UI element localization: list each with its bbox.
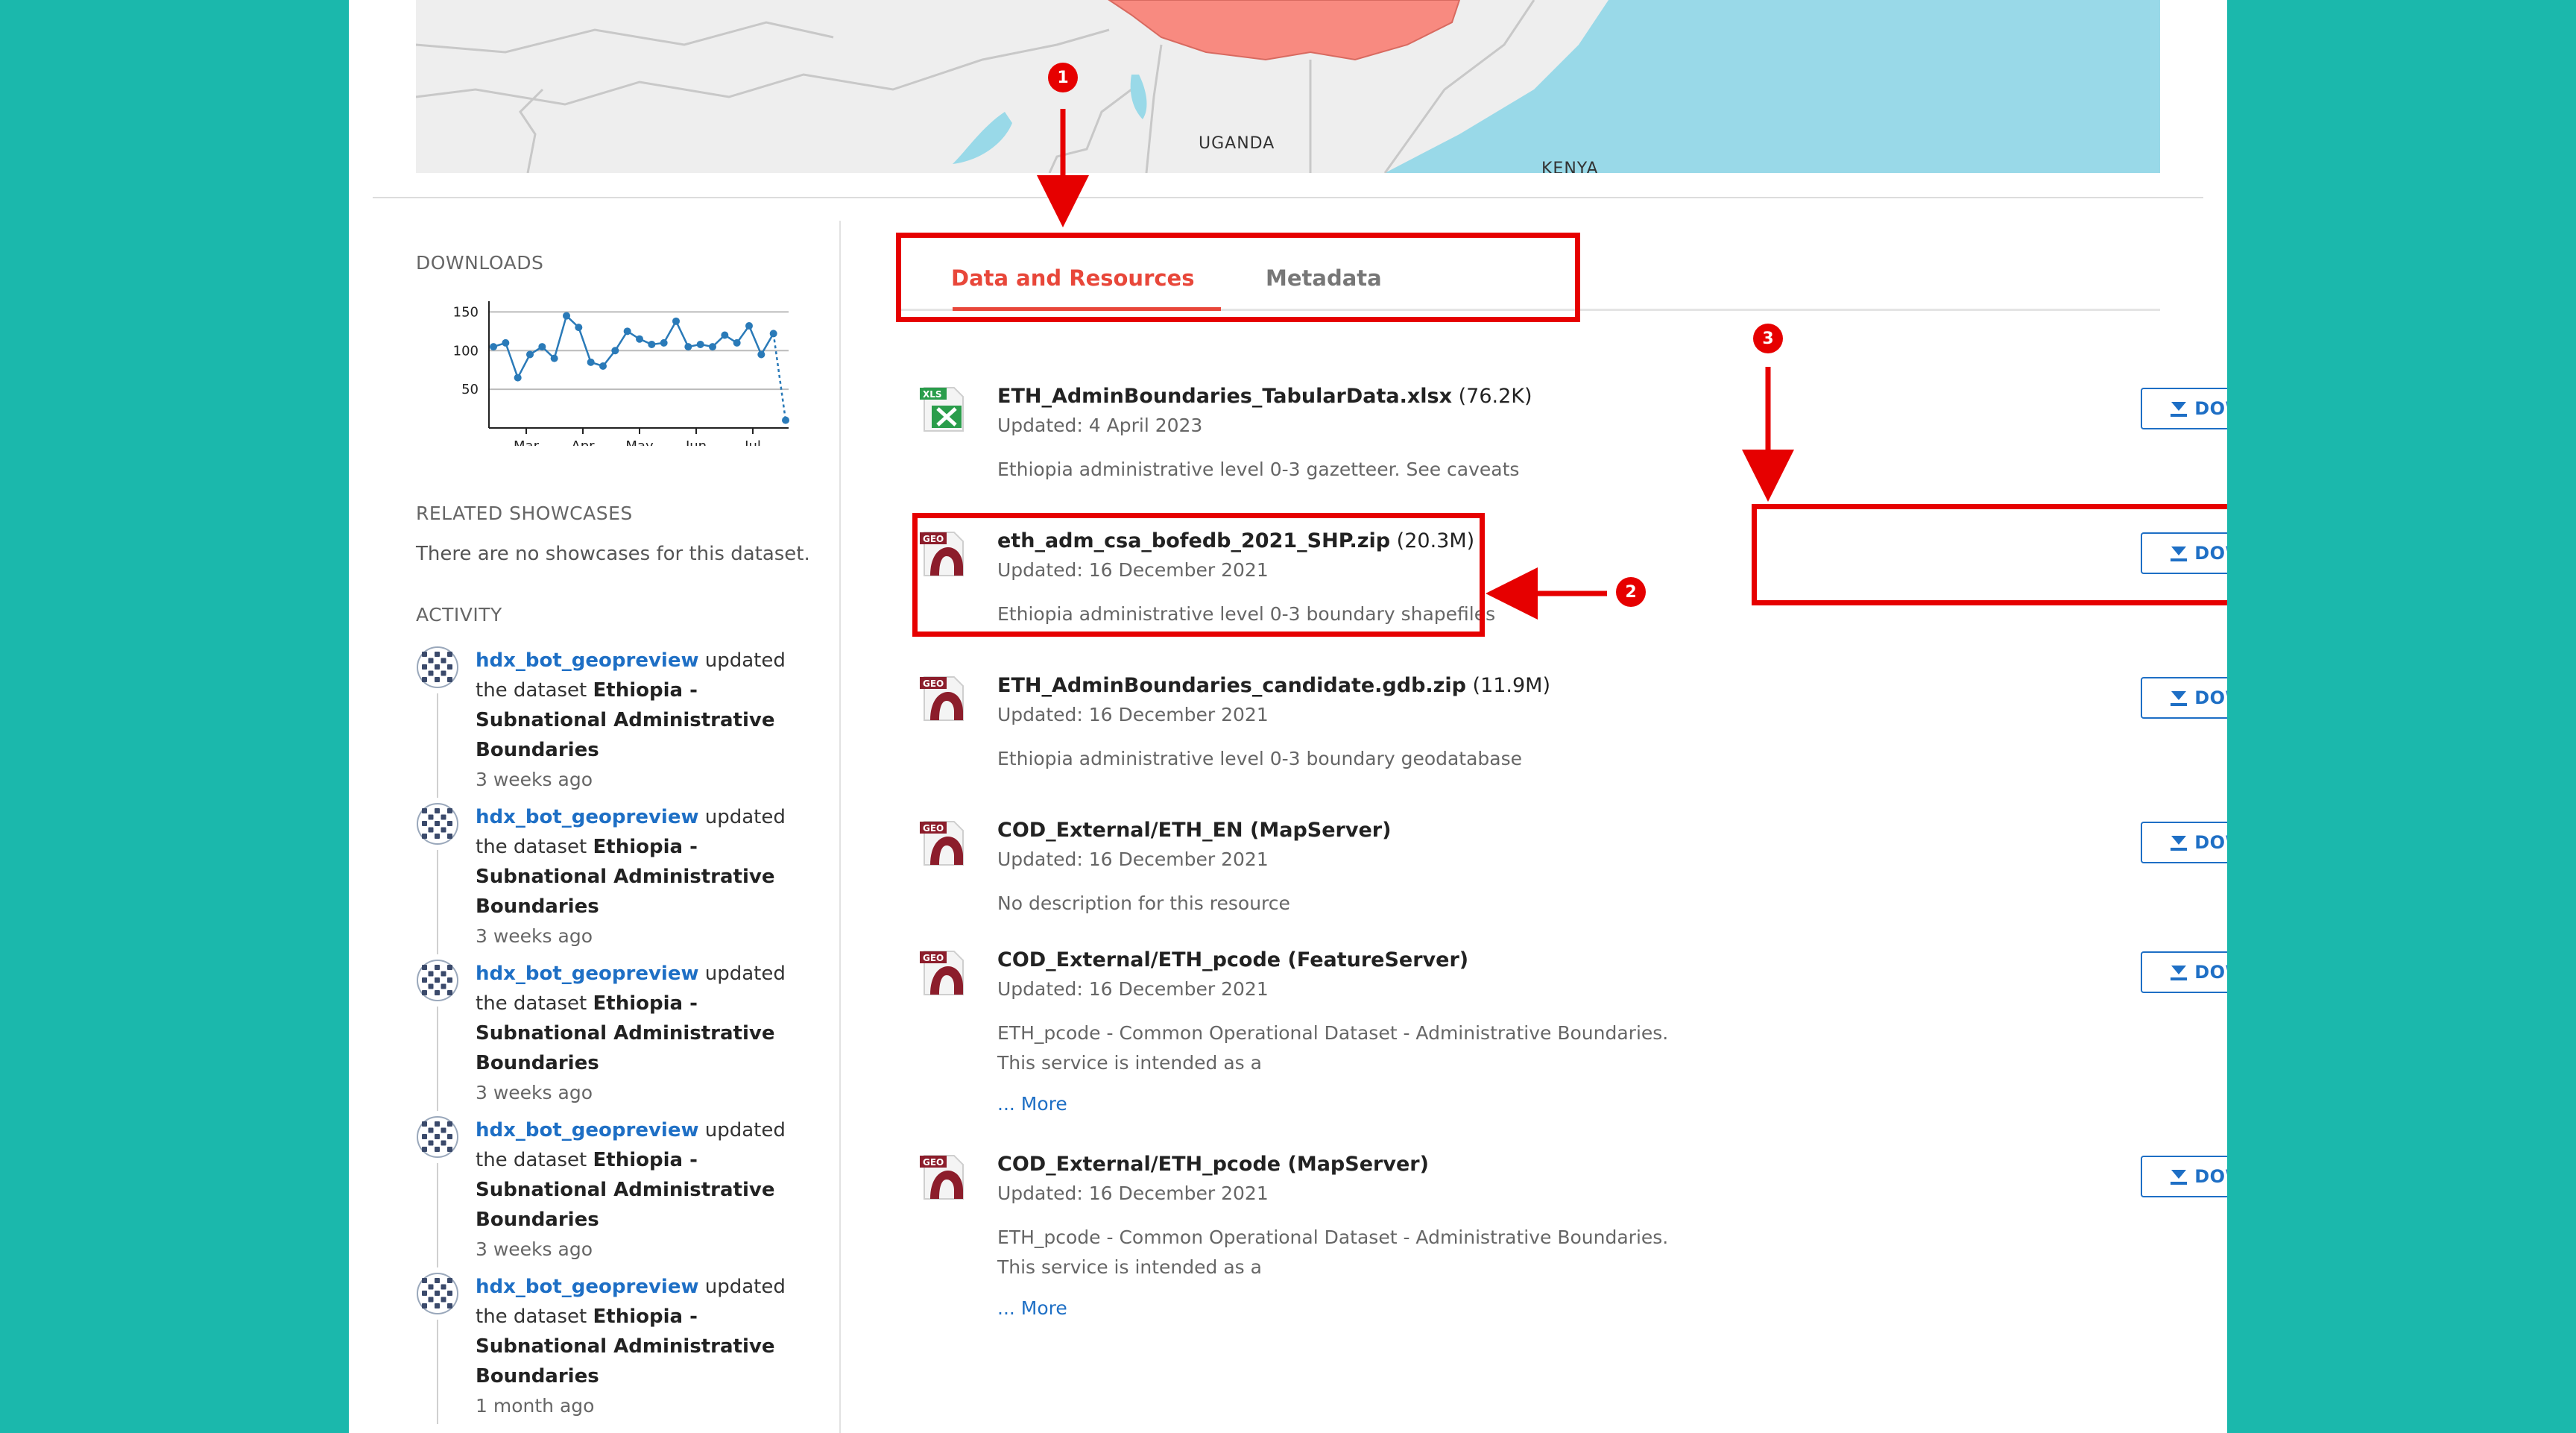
annotation-arrows xyxy=(1037,109,1794,620)
dataset-page: UGANDA KENYA DOWNLOADS 15010050MarAprMay… xyxy=(349,0,2227,1433)
